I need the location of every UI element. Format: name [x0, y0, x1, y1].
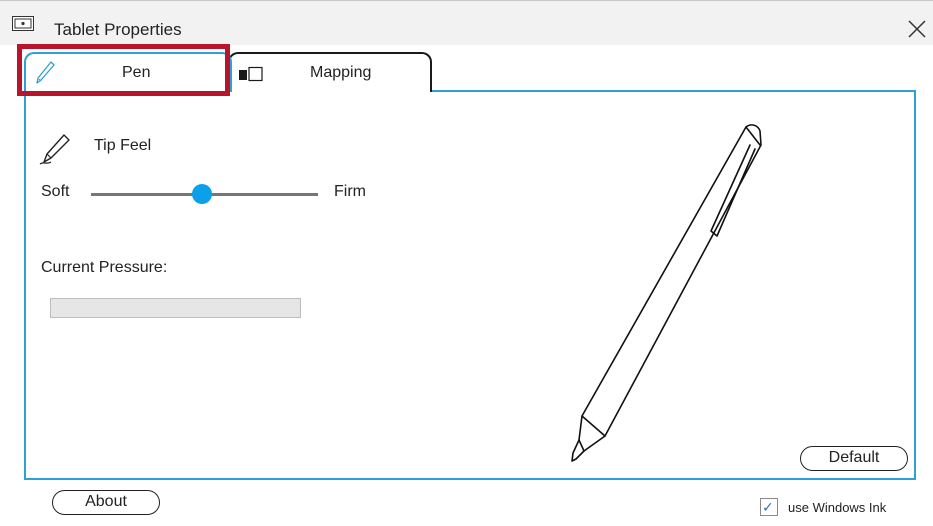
- tab-mapping[interactable]: Mapping: [228, 52, 432, 92]
- tab-pen[interactable]: Pen: [24, 52, 232, 92]
- tip-feel-label: Tip Feel: [94, 137, 152, 154]
- window-title: Tablet Properties: [54, 20, 182, 39]
- windows-ink-label: use Windows Ink: [788, 500, 887, 515]
- checkmark-icon: ✓: [762, 499, 774, 515]
- pen-icon: [36, 61, 55, 84]
- title-bar: Tablet Properties: [0, 0, 933, 45]
- pen-settings-panel: [24, 90, 916, 480]
- pen-nib-icon: [39, 134, 70, 165]
- tab-pen-label: Pen: [122, 64, 151, 81]
- windows-ink-checkbox[interactable]: ✓: [760, 498, 778, 516]
- mapping-icon: [239, 66, 263, 82]
- default-button[interactable]: Default: [800, 446, 908, 471]
- tablet-properties-icon: [12, 16, 34, 31]
- slider-max-label: Firm: [334, 183, 366, 200]
- about-button[interactable]: About: [52, 490, 160, 515]
- tab-mapping-label: Mapping: [310, 64, 372, 81]
- slider-min-label: Soft: [41, 183, 70, 200]
- pen-illustration: [571, 124, 762, 462]
- close-icon[interactable]: [905, 17, 929, 41]
- pressure-meter: [50, 298, 301, 318]
- current-pressure-label: Current Pressure:: [41, 259, 168, 276]
